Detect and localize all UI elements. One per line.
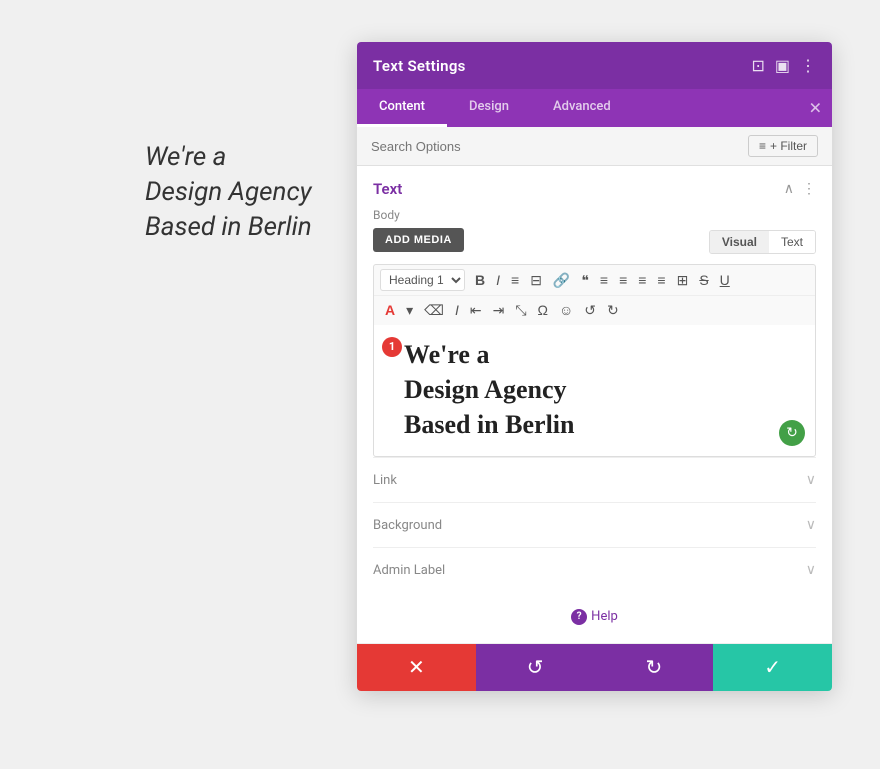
panel-title: Text Settings <box>373 57 466 75</box>
link-chevron-icon: ∨ <box>806 472 816 488</box>
undo-editor-button[interactable]: ↺ <box>579 300 601 321</box>
filter-button[interactable]: ≡ + Filter <box>748 135 818 157</box>
background-heading: We're a Design Agency Based in Berlin <box>145 140 312 245</box>
emoji-button[interactable]: ☺ <box>554 300 578 321</box>
tab-content[interactable]: Content <box>357 89 447 127</box>
body-label: Body <box>373 208 816 222</box>
background-label: Background <box>373 518 442 533</box>
editor-text[interactable]: We're a Design Agency Based in Berlin <box>404 337 801 442</box>
help-icon: ? <box>571 609 587 625</box>
help-section: ? Help <box>373 592 816 629</box>
panel-header: Text Settings ⊡ ▣ ⋮ <box>357 42 832 89</box>
admin-label-accordion[interactable]: Admin Label ∨ <box>373 547 816 592</box>
link-button[interactable]: 🔗 <box>548 270 575 291</box>
visual-tab[interactable]: Visual <box>710 231 769 253</box>
toolbar-row-2: A ▾ ⌫ I ⇤ ⇥ ⤡ Ω ☺ ↺ ↻ <box>374 296 815 325</box>
visual-text-toggle: Visual Text <box>709 230 816 254</box>
link-accordion[interactable]: Link ∨ <box>373 457 816 502</box>
fullscreen-icon[interactable]: ▣ <box>775 56 790 75</box>
text-color-button[interactable]: A <box>380 300 400 321</box>
editor-content-area[interactable]: 1 We're a Design Agency Based in Berlin … <box>373 325 816 457</box>
background-chevron-icon: ∨ <box>806 517 816 533</box>
expand-button[interactable]: ⤡ <box>510 300 531 321</box>
align-left-button[interactable]: ≡ <box>595 270 613 291</box>
help-link[interactable]: ? Help <box>571 609 618 625</box>
section-controls: ∧ ⋮ <box>784 181 816 197</box>
text-section-header: Text ∧ ⋮ <box>373 180 816 198</box>
action-bar: ✕ ↺ ↻ ✓ <box>357 643 832 691</box>
more-icon[interactable]: ⋮ <box>800 56 816 75</box>
toolbar-row-1: Heading 1 B I ≡ ⊟ 🔗 ❝ ≡ ≡ ≡ ≡ ⊞ S U <box>374 265 815 296</box>
text-settings-panel: Text Settings ⊡ ▣ ⋮ Content Design Advan… <box>357 42 832 691</box>
save-icon: ✓ <box>764 655 781 680</box>
add-media-button[interactable]: ADD MEDIA <box>373 228 464 252</box>
background-accordion[interactable]: Background ∨ <box>373 502 816 547</box>
admin-label-text: Admin Label <box>373 563 445 578</box>
editor-refresh-icon[interactable]: ↻ <box>779 420 805 446</box>
ordered-list-button[interactable]: ⊟ <box>525 270 547 291</box>
indent-button[interactable]: ⇥ <box>488 300 510 321</box>
table-button[interactable]: ⊞ <box>672 270 694 291</box>
section-more-icon[interactable]: ⋮ <box>802 181 816 197</box>
blockquote-button[interactable]: ❝ <box>576 270 594 291</box>
underline-button[interactable]: U <box>715 270 735 291</box>
redo-icon: ↻ <box>645 655 662 680</box>
special-char-button[interactable]: Ω <box>533 300 553 321</box>
link-label: Link <box>373 473 397 488</box>
editor-toolbar: Heading 1 B I ≡ ⊟ 🔗 ❝ ≡ ≡ ≡ ≡ ⊞ S U A ▾ … <box>373 264 816 325</box>
search-bar: ≡ + Filter <box>357 127 832 166</box>
heading-select[interactable]: Heading 1 <box>380 269 465 291</box>
align-center-button[interactable]: ≡ <box>614 270 632 291</box>
header-icons: ⊡ ▣ ⋮ <box>751 56 816 75</box>
close-icon[interactable]: ✕ <box>809 99 822 118</box>
cancel-button[interactable]: ✕ <box>357 644 476 691</box>
undo-button[interactable]: ↺ <box>476 644 595 691</box>
clear-format-button[interactable]: ⌫ <box>419 300 449 321</box>
admin-label-chevron-icon: ∨ <box>806 562 816 578</box>
strikethrough-button[interactable]: S <box>694 270 713 291</box>
redo-editor-button[interactable]: ↻ <box>602 300 624 321</box>
text-tab[interactable]: Text <box>769 231 815 253</box>
justify-button[interactable]: ≡ <box>652 270 670 291</box>
outdent-button[interactable]: ⇤ <box>465 300 487 321</box>
panel-body: Text ∧ ⋮ Body ADD MEDIA Visual Text Head… <box>357 166 832 643</box>
bold-button[interactable]: B <box>470 270 490 291</box>
section-collapse-icon[interactable]: ∧ <box>784 181 794 197</box>
unordered-list-button[interactable]: ≡ <box>506 270 524 291</box>
text-section-title: Text <box>373 180 402 198</box>
italic2-button[interactable]: I <box>450 300 464 321</box>
search-input[interactable] <box>371 139 748 154</box>
tab-advanced[interactable]: Advanced <box>531 89 633 127</box>
filter-icon: ≡ <box>759 139 766 153</box>
text-color-dropdown[interactable]: ▾ <box>401 300 418 321</box>
tab-bar: Content Design Advanced ✕ <box>357 89 832 127</box>
undo-icon: ↺ <box>527 655 544 680</box>
editor-badge: 1 <box>382 337 402 357</box>
align-right-button[interactable]: ≡ <box>633 270 651 291</box>
italic-button[interactable]: I <box>491 270 505 291</box>
cancel-icon: ✕ <box>408 655 425 680</box>
resize-icon[interactable]: ⊡ <box>751 56 764 75</box>
redo-button[interactable]: ↻ <box>595 644 714 691</box>
tab-design[interactable]: Design <box>447 89 531 127</box>
save-button[interactable]: ✓ <box>713 644 832 691</box>
